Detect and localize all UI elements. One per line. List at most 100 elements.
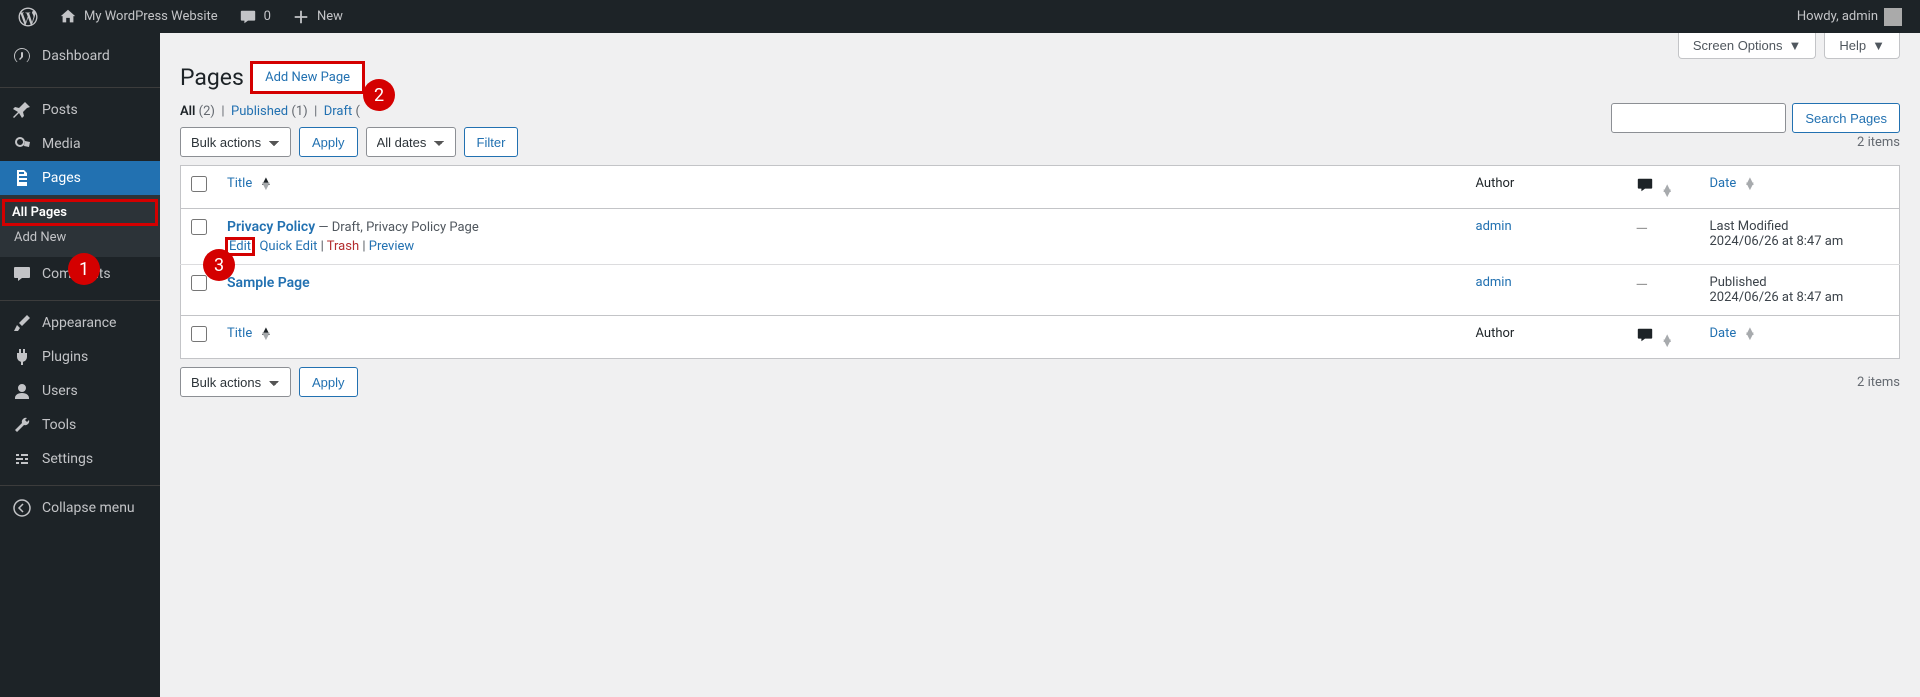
admin-bar: My WordPress Website 0 New Howdy, admin [0,0,1920,33]
comment-icon [1636,333,1654,348]
sort-icon: ▲▼ [1661,336,1674,346]
col-comments[interactable]: ▲▼ [1626,316,1700,359]
row-action-preview[interactable]: Preview [369,239,414,254]
howdy-link[interactable]: Howdy, admin [1787,0,1912,33]
media-icon [12,134,32,154]
sidebar-label: Posts [42,102,78,118]
row-title-link[interactable]: Privacy Policy [227,219,315,235]
row-author-link[interactable]: admin [1476,275,1512,290]
table-row: Sample Page admin — Published 2024/06/26… [181,265,1900,316]
chevron-down-icon: ▼ [1789,38,1802,53]
comment-icon [238,7,258,27]
add-new-page-button[interactable]: Add New Page [252,63,363,92]
col-comments[interactable]: ▲▼ [1626,166,1700,209]
row-author-link[interactable]: admin [1476,219,1512,234]
select-all-top[interactable] [191,176,207,192]
chevron-down-icon: ▼ [1872,38,1885,53]
sidebar-label: Users [42,383,78,399]
pages-submenu: All Pages Add New [0,195,160,257]
search-pages-button[interactable]: Search Pages [1792,103,1900,133]
page-title: Pages [180,64,244,91]
sidebar-label: Plugins [42,349,88,365]
sidebar-item-posts[interactable]: Posts [0,93,160,127]
submenu-add-new[interactable]: Add New [0,224,160,251]
submenu-all-pages[interactable]: All Pages [4,201,156,224]
row-actions: Edit Quick Edit | Trash | Preview [227,239,1456,254]
user-icon [12,381,32,401]
filter-all[interactable]: All [180,104,195,119]
sidebar-item-users[interactable]: Users [0,374,160,408]
select-all-bottom[interactable] [191,326,207,342]
comment-icon [1636,183,1654,198]
plus-icon [291,7,311,27]
sidebar-item-media[interactable]: Media [0,127,160,161]
wrench-icon [12,415,32,435]
sidebar-label: Media [42,136,81,152]
row-date: Last Modified 2024/06/26 at 8:47 am [1700,209,1900,265]
dates-select[interactable]: All dates [366,127,456,157]
search-pages-input[interactable] [1611,103,1786,133]
filter-button[interactable]: Filter [464,127,519,157]
apply-button-bottom[interactable]: Apply [299,367,358,397]
collapse-icon [12,498,32,518]
col-author: Author [1466,166,1626,209]
apply-button-top[interactable]: Apply [299,127,358,157]
sidebar-label: Tools [42,417,76,433]
row-action-trash[interactable]: Trash [327,239,359,254]
row-comments: — [1636,219,1649,238]
annotation-3: 3 [203,249,235,281]
sidebar-collapse[interactable]: Collapse menu [0,491,160,525]
table-row: Privacy Policy — Draft, Privacy Policy P… [181,209,1900,265]
row-checkbox[interactable] [191,219,207,235]
sort-icon: ▲▼ [1661,186,1674,196]
pin-icon [12,100,32,120]
new-label: New [317,9,343,24]
annotation-2: 2 [363,79,395,111]
col-title[interactable]: Title ▲▼ [217,166,1466,209]
col-author: Author [1466,316,1626,359]
help-button[interactable]: Help ▼ [1824,33,1900,59]
wp-logo[interactable] [8,0,48,33]
site-name-link[interactable]: My WordPress Website [48,0,228,33]
row-action-edit[interactable]: Edit [227,239,253,254]
home-icon [58,7,78,27]
col-date[interactable]: Date ▲▼ [1700,166,1900,209]
dashboard-icon [12,46,32,66]
sidebar-item-dashboard[interactable]: Dashboard [0,33,160,78]
settings-icon [12,449,32,469]
annotation-1: 1 [68,253,100,285]
item-count-top: 2 items [1857,135,1900,150]
brush-icon [12,313,32,333]
row-checkbox[interactable] [191,275,207,291]
bulk-actions-select-top[interactable]: Bulk actions [180,127,291,157]
sidebar-item-pages[interactable]: Pages [0,161,160,195]
sidebar-item-tools[interactable]: Tools [0,408,160,442]
sidebar-item-appearance[interactable]: Appearance [0,306,160,340]
avatar-icon [1884,8,1902,26]
sidebar-label: Appearance [42,315,116,331]
bulk-actions-select-bottom[interactable]: Bulk actions [180,367,291,397]
comments-link[interactable]: 0 [228,0,281,33]
row-title-suffix: — Draft, Privacy Policy Page [315,220,479,235]
screen-options-button[interactable]: Screen Options ▼ [1678,33,1816,59]
filter-published[interactable]: Published [231,104,288,119]
sidebar-label: Settings [42,451,93,467]
sidebar-item-plugins[interactable]: Plugins [0,340,160,374]
col-date[interactable]: Date ▲▼ [1700,316,1900,359]
item-count-bottom: 2 items [1857,375,1900,390]
pages-icon [12,168,32,188]
filter-draft[interactable]: Draft [324,104,353,119]
content-area: Screen Options ▼ Help ▼ Pages Add New Pa… [160,33,1920,425]
row-action-quickedit[interactable]: Quick Edit [259,239,317,254]
col-title[interactable]: Title ▲▼ [217,316,1466,359]
sort-icon: ▲▼ [1743,329,1756,339]
new-content-link[interactable]: New [281,0,353,33]
wordpress-icon [18,7,38,27]
row-comments: — [1636,275,1649,294]
sort-icon: ▲▼ [259,179,272,189]
sidebar-label: Dashboard [42,48,110,64]
row-title-link[interactable]: Sample Page [227,275,310,291]
sidebar-label: Collapse menu [42,500,135,516]
sidebar-item-settings[interactable]: Settings [0,442,160,476]
admin-sidebar: Dashboard Posts Media Pages All Pages Ad… [0,33,160,697]
